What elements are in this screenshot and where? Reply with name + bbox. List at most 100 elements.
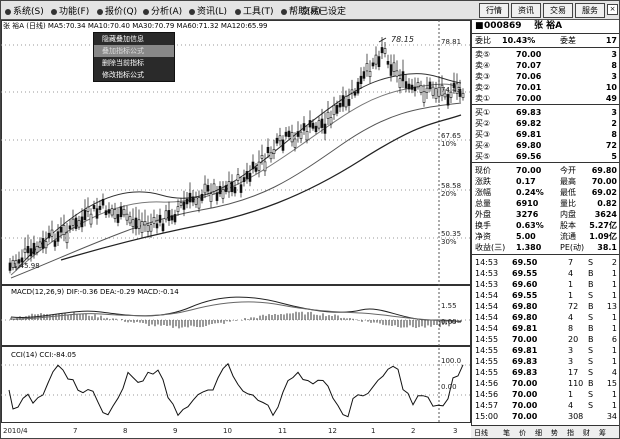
stat-row: 收益(三) 1.380 PE(动) 38.1 <box>472 242 619 253</box>
candle-body <box>302 123 306 131</box>
candle-body <box>218 185 222 195</box>
candle-body <box>32 242 36 255</box>
tab-detail[interactable]: 细 <box>535 428 542 438</box>
ask-volume: 3 <box>611 72 617 81</box>
bottom-tabs: 日线 笔 价 细 势 指 财 筹 <box>471 425 619 438</box>
candle-body <box>278 135 282 142</box>
candle-body <box>197 197 201 209</box>
tab-daily[interactable]: 日线 <box>474 428 488 438</box>
bid-price: 69.56 <box>516 152 542 161</box>
macd-header: MACD(12,26,9) DIF:-0.36 DEA:-0.29 MACD:-… <box>11 288 179 296</box>
candle-body <box>230 181 234 193</box>
candle-body <box>269 152 273 160</box>
divider <box>472 104 619 105</box>
tick-count: 1 <box>611 313 617 322</box>
tab-index[interactable]: 指 <box>567 428 574 438</box>
candle-body <box>212 183 216 192</box>
candle-body <box>164 210 168 220</box>
candle-body <box>65 232 69 244</box>
tools-icon <box>235 8 241 15</box>
menu-quote[interactable]: 报价(Q) <box>97 4 137 17</box>
menu-function[interactable]: 功能(F) <box>51 4 89 17</box>
candle-body <box>356 81 360 94</box>
tab-chips[interactable]: 筹 <box>599 428 606 438</box>
tick-price: 70.00 <box>512 401 538 410</box>
candle-body <box>116 214 120 223</box>
candle-body <box>371 62 375 67</box>
tick-price: 69.83 <box>512 368 538 377</box>
stat-value: 0.24% <box>516 188 544 197</box>
tick-volume: 308 <box>568 412 584 421</box>
quote-button[interactable]: 行情 <box>479 3 509 18</box>
candle-body <box>146 225 150 232</box>
chart-area[interactable]: 78.81 74.43 67.65 10% 58.58 20% 50.35 30… <box>1 20 471 438</box>
tick-volume: 3 <box>568 346 574 355</box>
ratio-value: 10.43% <box>502 36 536 45</box>
candle-body <box>41 238 45 249</box>
info-button[interactable]: 资讯 <box>511 3 541 18</box>
tab-trades[interactable]: 笔 <box>503 428 510 438</box>
stat-label: 今开 <box>560 166 576 175</box>
ratio-label: 委比 <box>475 36 491 45</box>
app-window: 系统(S) 功能(F) 报价(Q) 分析(A) 资讯(L) 工具(T) 帮助(H… <box>0 0 620 439</box>
macd-axis-tick: 1.55 <box>441 302 457 310</box>
menu-overlay-formula[interactable]: 叠加指标公式 <box>94 45 174 57</box>
tick-row: 14:53 69.60 1 B 1 <box>472 279 619 290</box>
tick-count: 1 <box>611 401 617 410</box>
tick-direction: B <box>588 379 594 388</box>
tick-direction: S <box>588 291 594 300</box>
tick-volume: 7 <box>568 258 574 267</box>
stat-value: 5.27亿 <box>589 221 617 230</box>
menu-edit-formula[interactable]: 修改指标公式 <box>94 69 174 81</box>
tick-direction: S <box>588 258 594 267</box>
candle-body <box>389 64 393 76</box>
service-button[interactable]: 服务 <box>575 3 605 18</box>
candle-body <box>161 223 165 232</box>
menu-analysis[interactable]: 分析(A) <box>143 4 182 17</box>
menu-hide-overlay[interactable]: 隐藏叠加信息 <box>94 33 174 45</box>
tick-price: 69.80 <box>512 302 538 311</box>
menu-tools[interactable]: 工具(T) <box>235 4 274 17</box>
candle-body <box>155 223 159 229</box>
bid-row: 买④ 69.80 72 <box>472 140 619 151</box>
stat-row: 净资 5.00 流通 1.09亿 <box>472 231 619 242</box>
candle-body <box>383 48 387 54</box>
trade-button[interactable]: 交易 <box>543 3 573 18</box>
tab-price[interactable]: 价 <box>519 428 526 438</box>
pct-tick: 30% <box>441 238 457 246</box>
tick-count: 15 <box>606 379 617 388</box>
candle-body <box>83 210 87 221</box>
stock-code-icon: ■ <box>475 21 484 31</box>
tick-price: 70.00 <box>512 335 538 344</box>
candle-body <box>209 193 213 202</box>
bid-row: 买② 69.82 2 <box>472 118 619 129</box>
candle-body <box>404 81 408 89</box>
candle-body <box>233 186 237 194</box>
tab-trend[interactable]: 势 <box>551 428 558 438</box>
menu-system[interactable]: 系统(S) <box>5 4 44 17</box>
order-ratio-row: 委比 10.43% 委差 17 <box>472 35 619 46</box>
menu-info[interactable]: 资讯(L) <box>189 4 227 17</box>
cci-header: CCI(14) CCI:-84.05 <box>11 351 77 359</box>
tick-volume: 3 <box>568 357 574 366</box>
menu-delete-indicator[interactable]: 删除当前指标 <box>94 57 174 69</box>
tick-price: 70.00 <box>512 390 538 399</box>
candle-body <box>224 185 228 192</box>
tick-count: 1 <box>611 280 617 289</box>
tick-direction: B <box>588 269 594 278</box>
tab-finance[interactable]: 财 <box>583 428 590 438</box>
tick-volume: 4 <box>568 313 574 322</box>
candle-body <box>284 131 288 137</box>
tick-direction: B <box>588 302 594 311</box>
stat-value: 70.00 <box>516 166 542 175</box>
candle-body <box>179 202 183 206</box>
tick-row: 14:54 69.81 8 B 1 <box>472 323 619 334</box>
candle-body <box>347 99 351 106</box>
tick-time: 14:54 <box>475 324 499 333</box>
close-icon[interactable]: × <box>607 4 618 15</box>
ask-price: 70.00 <box>516 50 542 59</box>
candle-body <box>59 227 63 233</box>
candle-body <box>77 220 81 228</box>
stat-label: 最高 <box>560 177 576 186</box>
candle-body <box>71 218 75 226</box>
